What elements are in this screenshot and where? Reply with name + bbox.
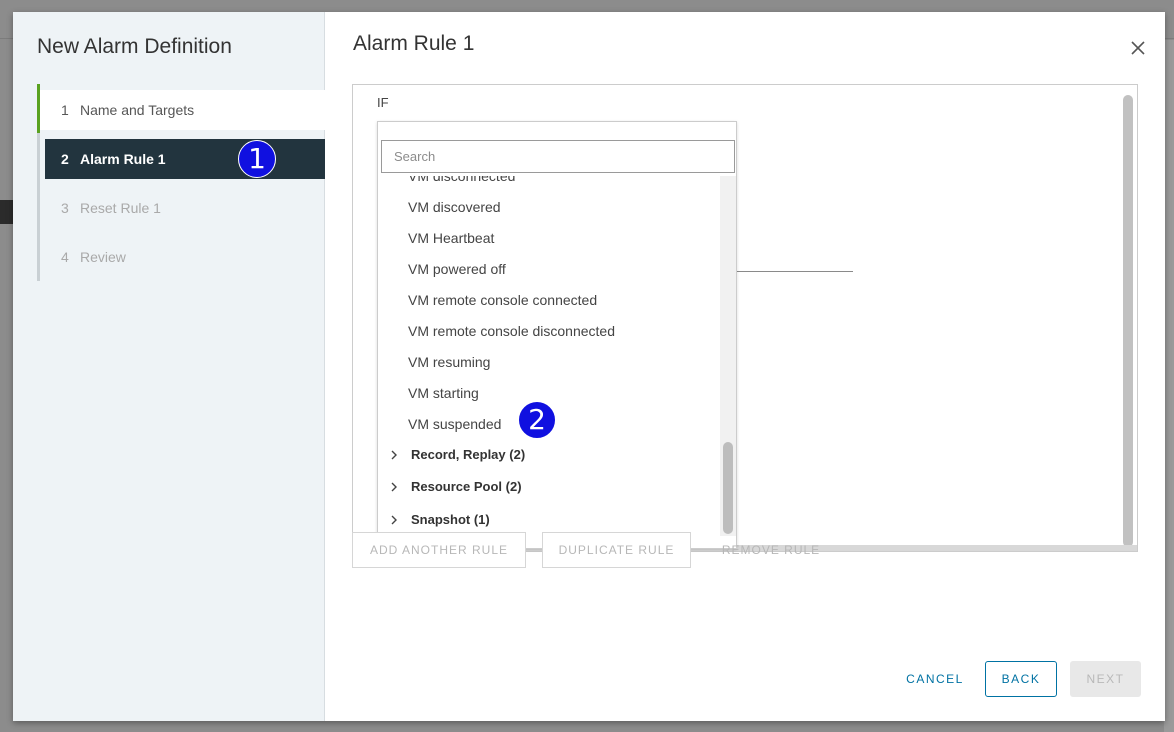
duplicate-rule-button[interactable]: DUPLICATE RULE <box>542 532 691 568</box>
cancel-button[interactable]: CANCEL <box>894 661 976 697</box>
list-item[interactable]: VM starting <box>408 385 479 401</box>
group-label: Record, Replay (2) <box>411 447 526 462</box>
list-item[interactable]: VM remote console connected <box>408 292 597 308</box>
step-number: 2 <box>61 151 69 167</box>
backdrop-table-edge <box>1164 40 1174 732</box>
next-button[interactable]: NEXT <box>1070 661 1141 697</box>
list-item[interactable]: VM remote console disconnected <box>408 323 615 339</box>
wizard-title: New Alarm Definition <box>37 35 232 58</box>
list-item[interactable]: VM discovered <box>408 199 501 215</box>
chevron-right-icon <box>391 482 397 491</box>
step-label: Alarm Rule 1 <box>80 151 166 167</box>
annotation-badge-1: 1 <box>238 140 276 178</box>
chevron-right-icon <box>391 515 397 524</box>
panel-scrollbar-thumb[interactable] <box>1123 95 1133 547</box>
group-label: Snapshot (1) <box>411 512 490 527</box>
list-item[interactable]: VM disconnected <box>408 176 515 184</box>
step-number: 1 <box>61 102 69 118</box>
step-reset-rule-1[interactable]: 3 Reset Rule 1 <box>40 188 325 228</box>
trigger-list: VM disconnected VM discovered VM Heartbe… <box>378 176 720 548</box>
step-label: Review <box>80 249 126 265</box>
group-resource-pool[interactable]: Resource Pool (2) <box>390 479 522 494</box>
group-label: Resource Pool (2) <box>411 479 522 494</box>
panel-scrollbar[interactable] <box>1123 95 1133 547</box>
remove-rule-button[interactable]: REMOVE RULE <box>707 532 835 568</box>
rule-editor-panel: IF VM disconnected VM discovered VM Hear… <box>352 84 1138 552</box>
dropdown-scrollbar[interactable] <box>720 176 736 536</box>
close-icon[interactable] <box>1129 39 1147 57</box>
list-item[interactable]: VM resuming <box>408 354 490 370</box>
chevron-right-icon <box>391 450 397 459</box>
wizard-sidebar: New Alarm Definition 1 Name and Targets … <box>13 12 325 721</box>
group-snapshot[interactable]: Snapshot (1) <box>390 512 490 527</box>
step-label: Name and Targets <box>80 102 195 118</box>
list-item-vm-suspended[interactable]: VM suspended <box>408 416 501 432</box>
step-alarm-rule-1[interactable]: 2 Alarm Rule 1 <box>45 139 325 179</box>
step-review[interactable]: 4 Review <box>40 237 325 277</box>
back-button[interactable]: BACK <box>985 661 1057 697</box>
list-item[interactable]: VM Heartbeat <box>408 230 494 246</box>
search-input[interactable] <box>381 140 735 173</box>
trigger-dropdown: VM disconnected VM discovered VM Heartbe… <box>377 121 737 549</box>
step-number: 4 <box>61 249 69 265</box>
dropdown-scrollbar-thumb[interactable] <box>723 442 733 534</box>
list-item[interactable]: VM powered off <box>408 261 506 277</box>
annotation-badge-2: 2 <box>518 401 556 439</box>
step-number: 3 <box>61 200 69 216</box>
if-label: IF <box>377 95 389 110</box>
trigger-field-underline <box>737 271 853 272</box>
page-title: Alarm Rule 1 <box>353 32 475 55</box>
backdrop-element <box>0 200 14 224</box>
step-label: Reset Rule 1 <box>80 200 161 216</box>
step-name-and-targets[interactable]: 1 Name and Targets <box>40 90 325 130</box>
add-another-rule-button[interactable]: ADD ANOTHER RULE <box>352 532 526 568</box>
alarm-definition-dialog: New Alarm Definition 1 Name and Targets … <box>13 12 1165 721</box>
group-record-replay[interactable]: Record, Replay (2) <box>390 447 525 462</box>
